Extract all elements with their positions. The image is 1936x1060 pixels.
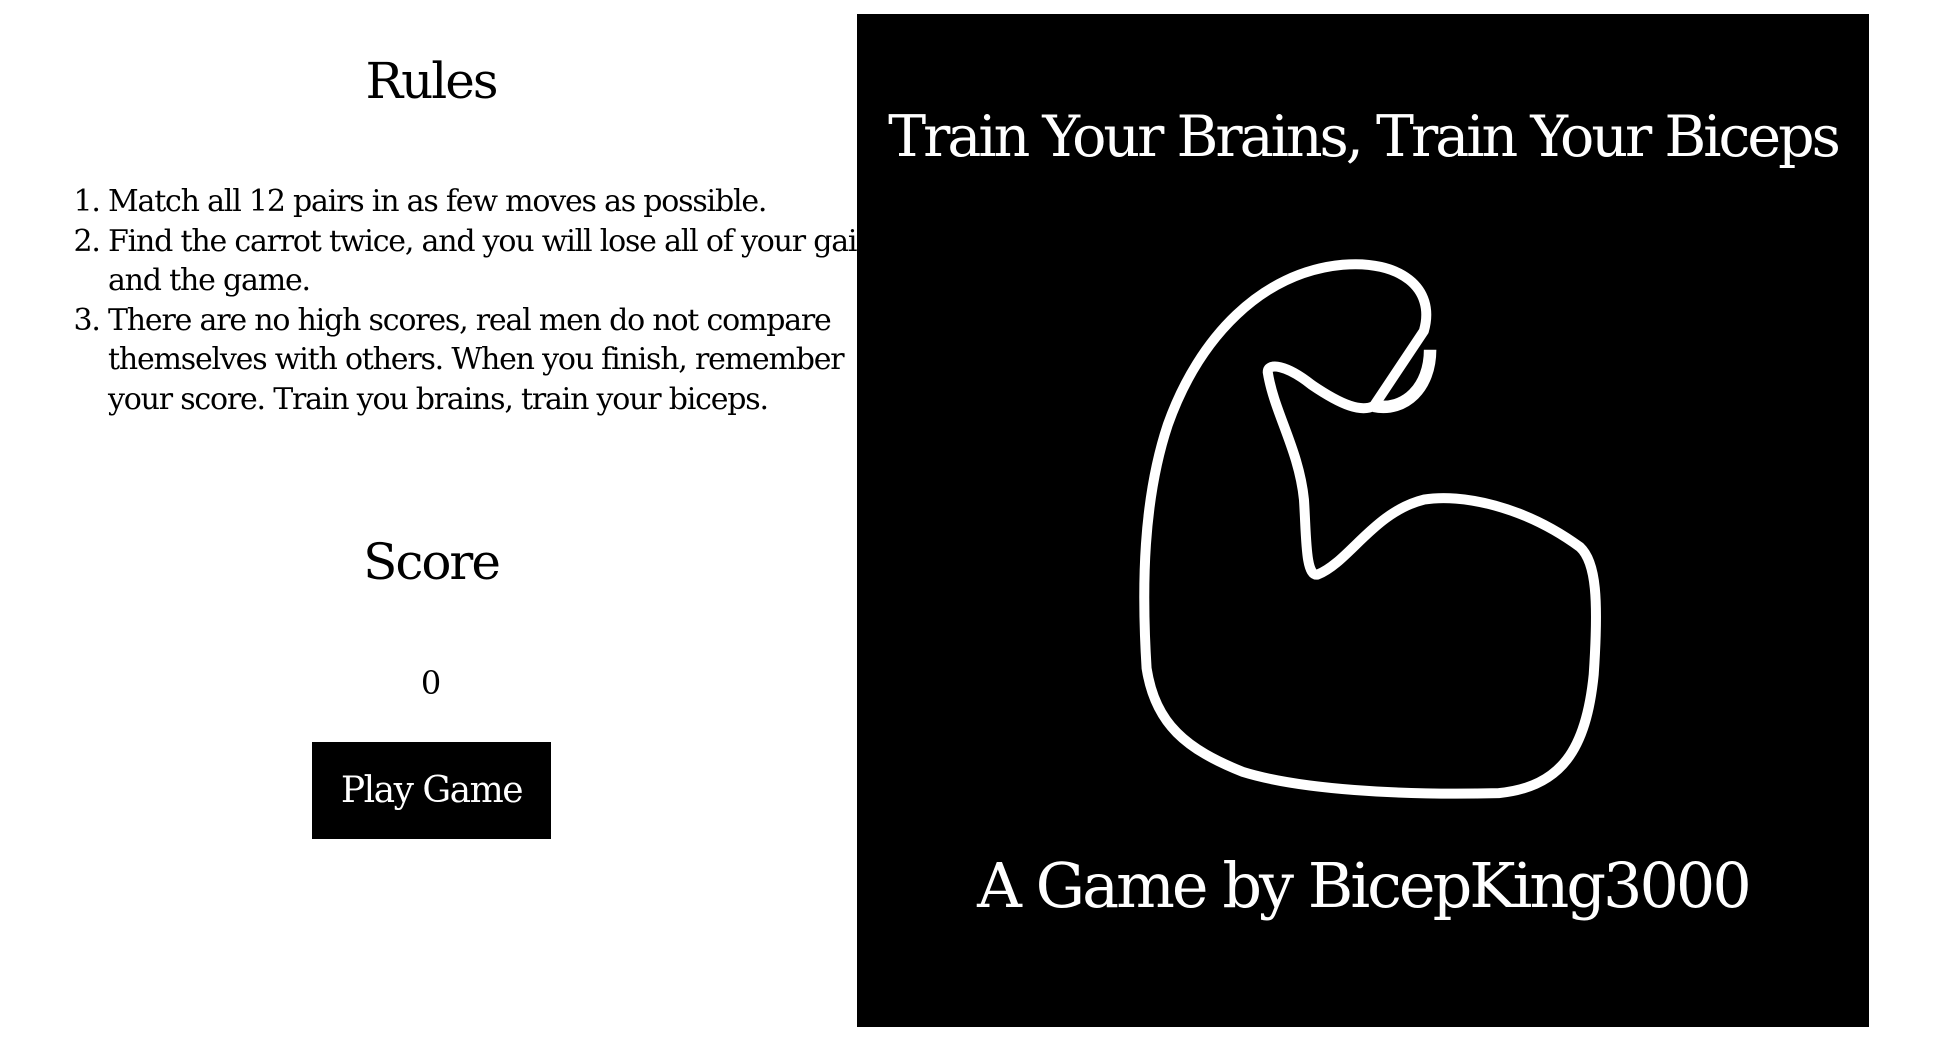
play-game-button[interactable]: Play Game: [312, 742, 551, 839]
bicep-outline: [1139, 259, 1601, 799]
game-board[interactable]: Train Your Brains, Train Your Biceps A G…: [857, 14, 1869, 1027]
rule-item: Find the carrot twice, and you will lose…: [108, 222, 898, 301]
score-heading: Score: [363, 533, 501, 591]
rules-heading: Rules: [365, 52, 498, 110]
score-value: 0: [420, 664, 442, 702]
rules-list: Match all 12 pairs in as few moves as po…: [56, 182, 898, 419]
game-byline: A Game by BicepKing3000: [977, 849, 1752, 922]
rule-item: There are no high scores, real men do no…: [108, 301, 898, 420]
rule-item: Match all 12 pairs in as few moves as po…: [108, 182, 898, 222]
